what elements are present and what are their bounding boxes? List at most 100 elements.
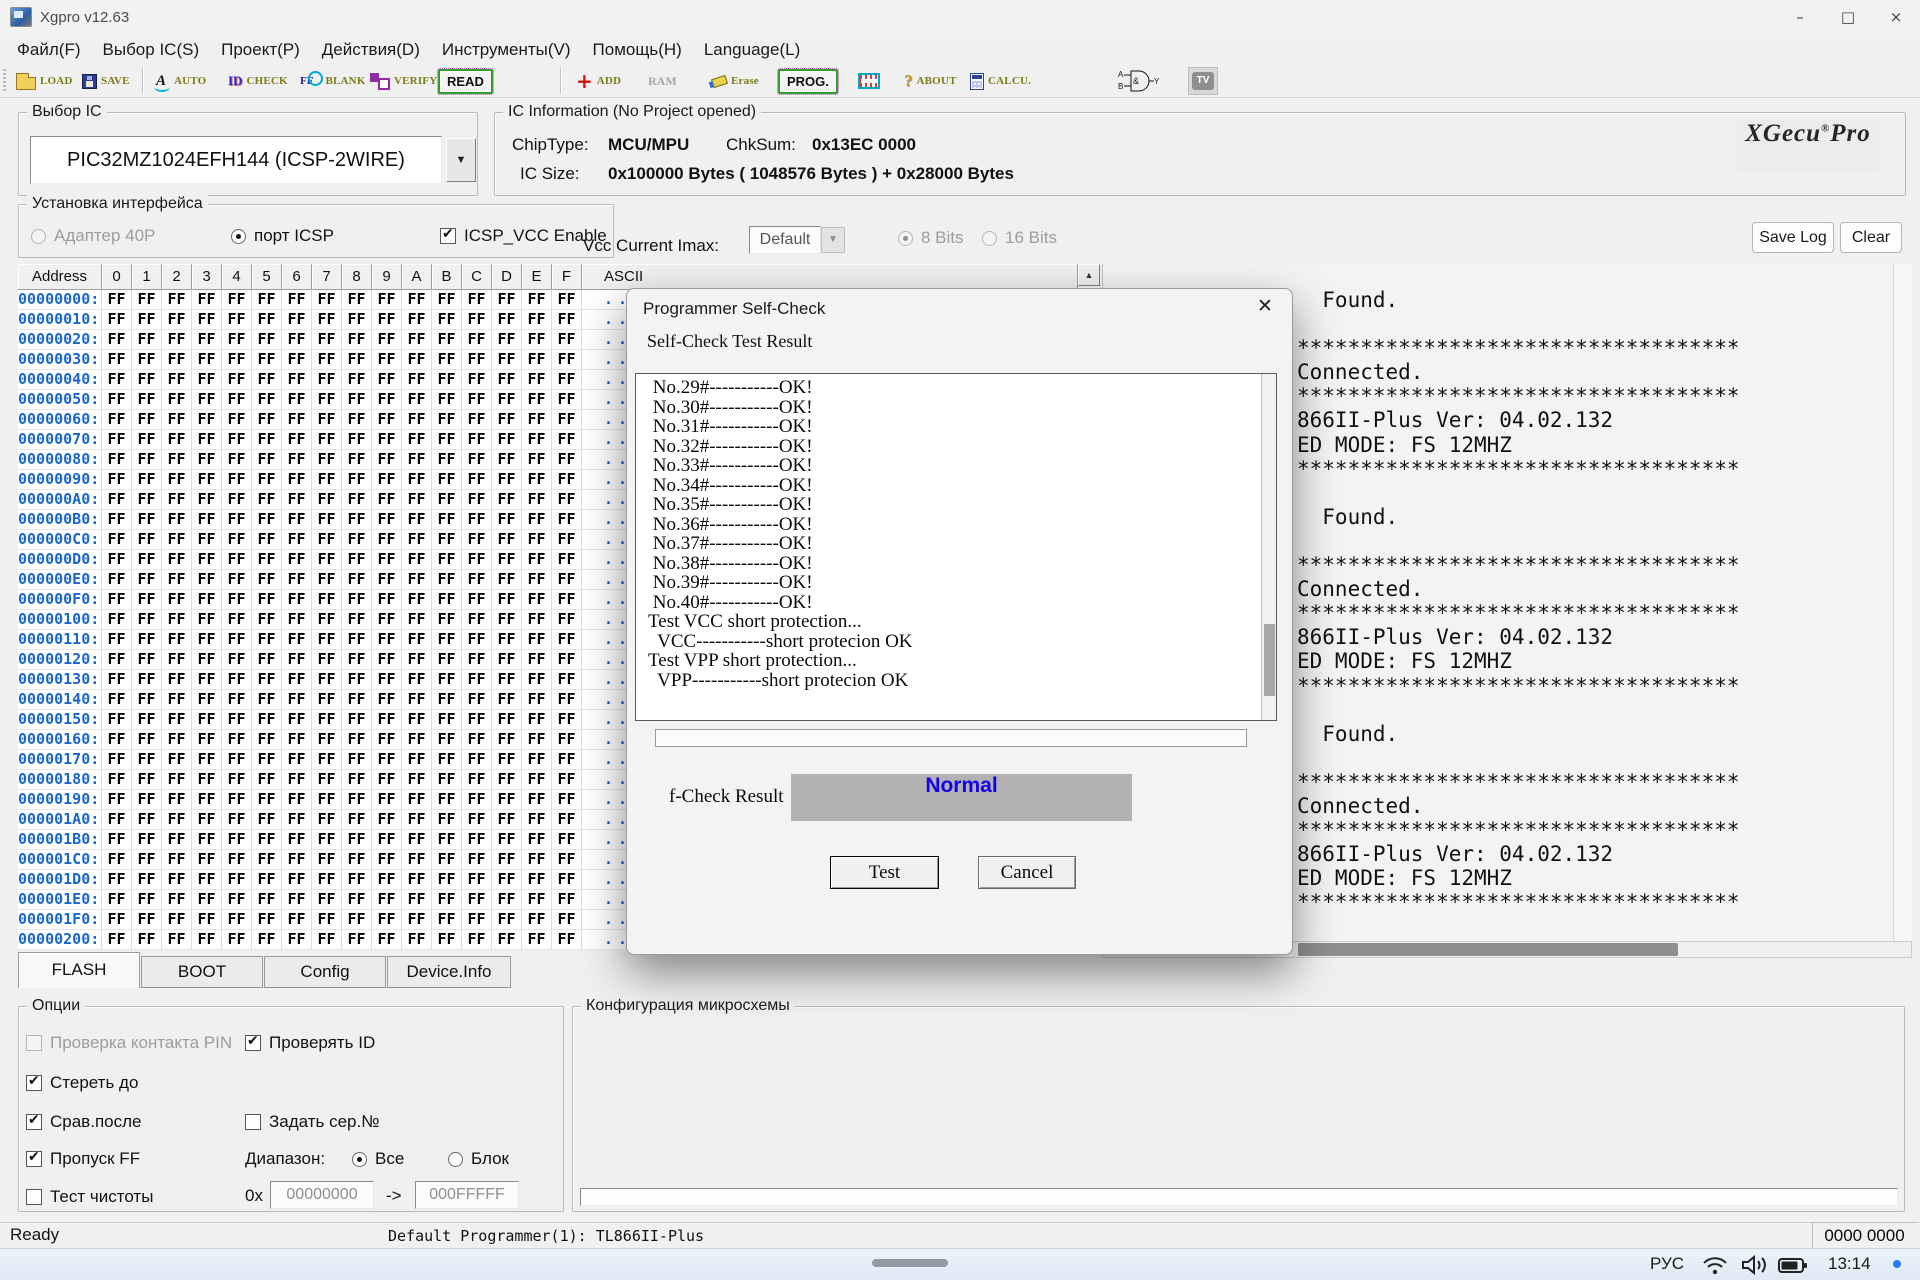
selfcheck-scrollbar[interactable] [1261, 374, 1276, 720]
hex-byte-cell[interactable]: FF [162, 470, 192, 490]
hex-byte-cell[interactable]: FF [222, 890, 252, 910]
hex-byte-cell[interactable]: FF [372, 690, 402, 710]
hex-byte-cell[interactable]: FF [312, 810, 342, 830]
hex-byte-cell[interactable]: FF [132, 650, 162, 670]
hex-byte-cell[interactable]: FF [132, 610, 162, 630]
hex-byte-cell[interactable]: FF [222, 870, 252, 890]
hex-byte-cell[interactable]: FF [402, 670, 432, 690]
hex-byte-cell[interactable]: FF [522, 910, 552, 930]
hex-byte-cell[interactable]: FF [372, 550, 402, 570]
hex-byte-cell[interactable]: FF [522, 470, 552, 490]
menu-item-4[interactable]: Инструменты(V) [431, 36, 582, 64]
hex-address[interactable]: 000001A0: [18, 810, 102, 830]
hex-byte-cell[interactable]: FF [462, 770, 492, 790]
hex-byte-cell[interactable]: FF [252, 570, 282, 590]
hex-byte-cell[interactable]: FF [252, 510, 282, 530]
hex-byte-cell[interactable]: FF [462, 710, 492, 730]
hex-byte-cell[interactable]: FF [462, 530, 492, 550]
8bits-radio[interactable]: 8 Bits [898, 228, 964, 248]
hex-byte-cell[interactable]: FF [432, 290, 462, 310]
hex-byte-cell[interactable]: FF [372, 350, 402, 370]
hex-byte-cell[interactable]: FF [162, 810, 192, 830]
hex-byte-cell[interactable]: FF [132, 830, 162, 850]
hex-byte-cell[interactable]: FF [372, 710, 402, 730]
hex-byte-cell[interactable]: FF [222, 410, 252, 430]
hex-byte-cell[interactable]: FF [522, 510, 552, 530]
hex-byte-cell[interactable]: FF [222, 790, 252, 810]
hex-byte-cell[interactable]: FF [492, 630, 522, 650]
hex-byte-cell[interactable]: FF [312, 710, 342, 730]
hex-byte-cell[interactable]: FF [252, 470, 282, 490]
hex-byte-cell[interactable]: FF [492, 690, 522, 710]
menu-item-6[interactable]: Language(L) [693, 36, 811, 64]
hex-byte-cell[interactable]: FF [162, 310, 192, 330]
hex-byte-cell[interactable]: FF [192, 610, 222, 630]
hex-byte-cell[interactable]: FF [162, 730, 192, 750]
verify-id-checkbox[interactable]: Проверять ID [245, 1033, 375, 1053]
hex-byte-cell[interactable]: FF [372, 430, 402, 450]
hex-byte-cell[interactable]: FF [492, 430, 522, 450]
hex-byte-cell[interactable]: FF [132, 470, 162, 490]
hex-byte-cell[interactable]: FF [132, 670, 162, 690]
hex-byte-cell[interactable]: FF [102, 730, 132, 750]
save-log-button[interactable]: Save Log [1752, 222, 1834, 253]
hex-byte-cell[interactable]: FF [402, 350, 432, 370]
hex-byte-cell[interactable]: FF [222, 850, 252, 870]
hex-byte-cell[interactable]: FF [162, 550, 192, 570]
hex-byte-cell[interactable]: FF [402, 450, 432, 470]
hex-byte-cell[interactable]: FF [462, 570, 492, 590]
hex-byte-cell[interactable]: FF [432, 570, 462, 590]
hex-byte-cell[interactable]: FF [132, 870, 162, 890]
hex-byte-cell[interactable]: FF [252, 650, 282, 670]
hex-byte-cell[interactable]: FF [222, 350, 252, 370]
hex-byte-cell[interactable]: FF [552, 830, 582, 850]
hex-byte-cell[interactable]: FF [162, 530, 192, 550]
hex-byte-cell[interactable]: FF [432, 870, 462, 890]
hex-byte-cell[interactable]: FF [312, 370, 342, 390]
hex-address[interactable]: 00000050: [18, 390, 102, 410]
hex-byte-cell[interactable]: FF [222, 490, 252, 510]
hex-byte-cell[interactable]: FF [402, 890, 432, 910]
hex-byte-cell[interactable]: FF [132, 490, 162, 510]
erase-button[interactable]: Erase [710, 66, 761, 96]
hex-byte-cell[interactable]: FF [462, 590, 492, 610]
hex-byte-cell[interactable]: FF [402, 470, 432, 490]
hex-byte-cell[interactable]: FF [372, 810, 402, 830]
hex-byte-cell[interactable]: FF [102, 410, 132, 430]
hex-byte-cell[interactable]: FF [372, 390, 402, 410]
hex-byte-cell[interactable]: FF [252, 490, 282, 510]
hex-byte-cell[interactable]: FF [132, 850, 162, 870]
hex-byte-cell[interactable]: FF [162, 330, 192, 350]
hex-byte-cell[interactable]: FF [282, 430, 312, 450]
selfcheck-list[interactable]: No.29#-----------OK! No.30#-----------OK… [635, 373, 1277, 721]
hex-address[interactable]: 000001E0: [18, 890, 102, 910]
hex-byte-cell[interactable]: FF [342, 510, 372, 530]
hex-byte-cell[interactable]: FF [552, 910, 582, 930]
hex-byte-cell[interactable]: FF [522, 290, 552, 310]
hex-byte-cell[interactable]: FF [252, 750, 282, 770]
hex-byte-cell[interactable]: FF [192, 410, 222, 430]
hex-byte-cell[interactable]: FF [342, 870, 372, 890]
hex-byte-cell[interactable]: FF [372, 910, 402, 930]
hex-byte-cell[interactable]: FF [432, 330, 462, 350]
hex-byte-cell[interactable]: FF [372, 470, 402, 490]
hex-byte-cell[interactable]: FF [252, 630, 282, 650]
hex-address[interactable]: 00000100: [18, 610, 102, 630]
hex-byte-cell[interactable]: FF [282, 710, 312, 730]
hex-byte-cell[interactable]: FF [372, 890, 402, 910]
hex-byte-cell[interactable]: FF [282, 470, 312, 490]
hex-byte-cell[interactable]: FF [552, 390, 582, 410]
hex-byte-cell[interactable]: FF [432, 890, 462, 910]
hex-byte-cell[interactable]: FF [402, 590, 432, 610]
hex-byte-cell[interactable]: FF [552, 790, 582, 810]
hex-byte-cell[interactable]: FF [342, 370, 372, 390]
hex-byte-cell[interactable]: FF [252, 670, 282, 690]
hex-byte-cell[interactable]: FF [552, 610, 582, 630]
hex-byte-cell[interactable]: FF [162, 570, 192, 590]
hex-byte-cell[interactable]: FF [102, 550, 132, 570]
hex-byte-cell[interactable]: FF [432, 530, 462, 550]
hex-byte-cell[interactable]: FF [492, 750, 522, 770]
hex-byte-cell[interactable]: FF [342, 670, 372, 690]
hex-byte-cell[interactable]: FF [102, 930, 132, 950]
hex-byte-cell[interactable]: FF [372, 630, 402, 650]
